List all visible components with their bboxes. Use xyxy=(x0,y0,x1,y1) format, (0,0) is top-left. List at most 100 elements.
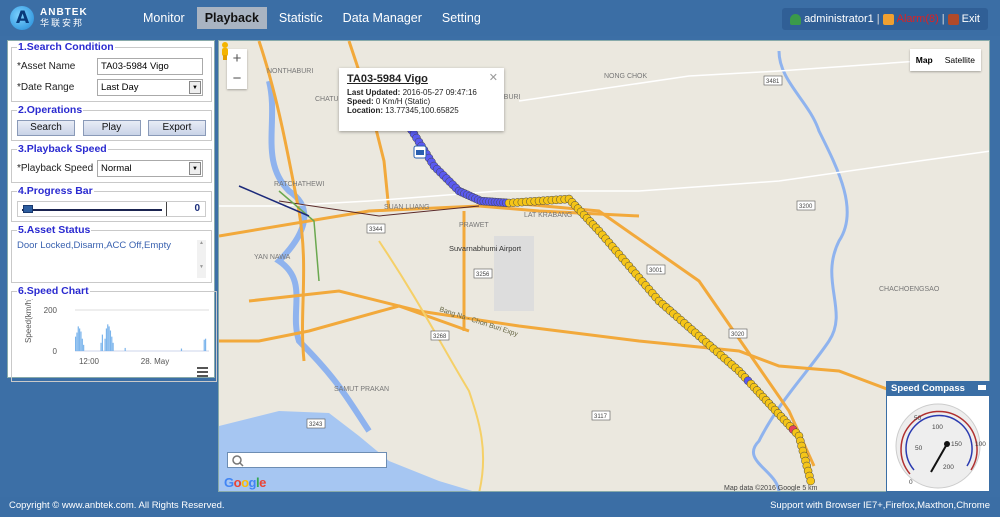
map-canvas[interactable]: NONTHABURI CHATUCHAK RATCHATHEWI SUAN LU… xyxy=(219,41,990,492)
status-scrollbar[interactable]: ▲ ▼ xyxy=(197,240,206,278)
export-button[interactable]: Export xyxy=(148,120,206,136)
gauge-tick-label: 150 xyxy=(951,441,962,448)
map-type-control: Map Satellite xyxy=(909,49,981,71)
copyright-text: Copyright © www.anbtek.com. All Rights R… xyxy=(9,500,225,511)
route-shield: 3001 xyxy=(646,264,666,275)
asset-name-label: *Asset Name xyxy=(17,60,76,72)
svg-text:3243: 3243 xyxy=(309,422,323,428)
section-title: 4.Progress Bar xyxy=(18,185,93,197)
close-icon[interactable]: ✕ xyxy=(489,71,498,84)
minimize-icon[interactable] xyxy=(978,385,986,392)
alarm-link[interactable]: Alarm(8) xyxy=(897,13,939,25)
info-speed-label: Speed: xyxy=(347,97,374,106)
highway-route xyxy=(488,199,816,467)
playback-speed-select[interactable]: Normal ▼ xyxy=(97,159,203,177)
info-speed-value: 0 Km/H (Static) xyxy=(375,97,431,106)
y-tick-label: 200 xyxy=(44,306,58,315)
gauge-outer-label: 100 xyxy=(975,441,986,448)
section-title: 5.Asset Status xyxy=(18,224,91,236)
speed-bar xyxy=(81,338,83,351)
alarm-bell-icon xyxy=(882,13,894,25)
user-icon xyxy=(790,13,802,25)
y-axis-label: Speed(km/h) xyxy=(24,299,33,343)
river-east xyxy=(751,50,849,491)
speed-bar xyxy=(76,332,78,351)
username-link[interactable]: administrator1 xyxy=(804,13,874,25)
x-tick-label: 28. May xyxy=(141,357,169,366)
map-label: PRAWET xyxy=(459,222,489,229)
nav-tab-statistic[interactable]: Statistic xyxy=(271,7,331,29)
date-range-value: Last Day xyxy=(101,81,139,93)
speed-bar xyxy=(112,342,114,351)
svg-text:3256: 3256 xyxy=(476,272,490,278)
play-button[interactable]: Play xyxy=(82,120,141,136)
chart-menu-icon[interactable] xyxy=(197,367,208,377)
speed-bar xyxy=(104,338,106,351)
gauge-tick-label: 0 xyxy=(909,479,913,486)
speed-gauge: 50 100 0 50 100 150 200 xyxy=(895,403,986,489)
zoom-out-button[interactable]: − xyxy=(227,69,247,89)
vehicle-icon[interactable] xyxy=(413,145,427,159)
speed-bar xyxy=(100,342,102,351)
progress-bar-section: 4.Progress Bar 0 xyxy=(11,185,212,222)
nav-tab-setting[interactable]: Setting xyxy=(434,7,489,29)
date-range-select[interactable]: Last Day ▼ xyxy=(97,78,203,96)
map-label-expressway: Bang Na - Chon Buri Expy xyxy=(438,306,519,338)
speed-bar xyxy=(111,336,113,351)
speed-bar xyxy=(204,338,207,351)
svg-text:3001: 3001 xyxy=(649,268,663,274)
speed-bar xyxy=(75,336,77,351)
nav-tab-data-manager[interactable]: Data Manager xyxy=(335,7,430,29)
top-header: A ANBTEK 华联安邦 Monitor Playback Statistic… xyxy=(0,0,1000,36)
map-view[interactable]: NONTHABURI CHATUCHAK RATCHATHEWI SUAN LU… xyxy=(218,40,990,492)
speed-bar xyxy=(109,330,112,351)
search-button[interactable]: Search xyxy=(17,120,75,136)
svg-text:3020: 3020 xyxy=(731,332,745,338)
operations-section: 2.Operations Search Play Export xyxy=(11,104,212,141)
gauge-tick-label: 50 xyxy=(915,445,923,452)
map-search-box[interactable] xyxy=(227,452,387,468)
route-point-marker[interactable] xyxy=(806,476,815,486)
speed-bar xyxy=(203,339,205,351)
progress-slider[interactable] xyxy=(18,202,167,216)
svg-text:3344: 3344 xyxy=(369,227,383,233)
slider-handle[interactable] xyxy=(23,205,33,213)
nav-tab-playback[interactable]: Playback xyxy=(196,7,267,29)
route-shield: 3256 xyxy=(473,268,493,279)
pegman-icon[interactable] xyxy=(219,41,231,61)
x-tick-label: 12:00 xyxy=(79,357,100,366)
exit-door-icon xyxy=(947,13,959,25)
nav-tab-monitor[interactable]: Monitor xyxy=(135,7,193,29)
speed-bar xyxy=(108,326,110,351)
route-shield: 3020 xyxy=(728,328,748,339)
logo-text-cn: 华联安邦 xyxy=(40,18,85,28)
speed-bar xyxy=(83,344,85,351)
road xyxy=(248,289,989,423)
map-label: SUAN LUANG xyxy=(384,204,430,211)
footer: Copyright © www.anbtek.com. All Rights R… xyxy=(0,497,1000,517)
slider-track xyxy=(22,209,162,211)
logo: A ANBTEK 华联安邦 xyxy=(10,6,88,30)
info-title: TA03-5984 Vigo xyxy=(347,73,428,85)
playback-speed-label: *Playback Speed xyxy=(17,162,94,174)
map-type-map-button[interactable]: Map xyxy=(910,49,939,71)
gauge-tick-label: 200 xyxy=(943,464,954,471)
speed-bar xyxy=(79,328,81,351)
asset-name-input[interactable] xyxy=(97,57,203,75)
asset-status-text: Door Locked,Disarm,ACC Off,Empty xyxy=(17,240,171,251)
map-label-airport: Suvarnabhumi Airport xyxy=(449,244,522,253)
road xyxy=(378,240,485,491)
speed-bar xyxy=(124,347,126,351)
exit-link[interactable]: Exit xyxy=(962,13,980,25)
speed-bar xyxy=(180,348,183,351)
google-logo: Google xyxy=(224,475,266,490)
gauge-face xyxy=(895,403,981,489)
map-type-satellite-button[interactable]: Satellite xyxy=(939,49,981,71)
date-range-label: *Date Range xyxy=(17,81,75,93)
playback-speed-value: Normal xyxy=(101,162,132,174)
map-label: NONTHABURI xyxy=(267,68,313,75)
search-condition-section: 1.Search Condition *Asset Name *Date Ran… xyxy=(11,41,212,102)
chevron-down-icon[interactable]: ▼ xyxy=(189,80,201,94)
chevron-down-icon[interactable]: ▼ xyxy=(189,161,201,175)
route-shield: 3344 xyxy=(366,223,386,234)
